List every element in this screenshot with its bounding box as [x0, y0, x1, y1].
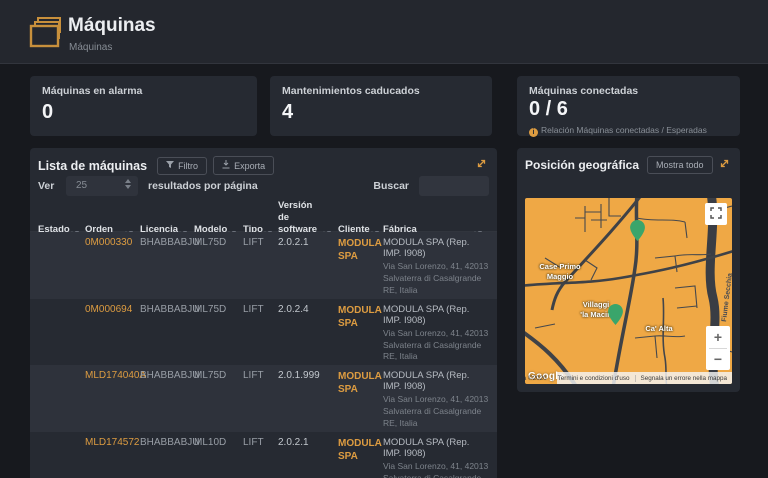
export-button[interactable]: Exporta — [213, 156, 275, 175]
expand-panel-icon[interactable] — [476, 156, 487, 174]
zoom-in-button[interactable]: + — [706, 326, 730, 348]
page-size-prefix: Ver — [38, 180, 55, 192]
version-cell: 2.0.1.999 — [278, 370, 320, 382]
attribution-terms-link[interactable]: Termini e condizioni d'uso — [551, 374, 635, 382]
client-link[interactable]: MODULA SPA — [338, 237, 383, 263]
type-cell: LIFT — [243, 237, 264, 248]
license-cell: BHABBABJU — [140, 237, 200, 248]
map-roads — [525, 198, 732, 384]
fullscreen-button[interactable] — [705, 203, 727, 225]
breadcrumb: Máquinas — [69, 42, 113, 53]
stat-card-alarms: Máquinas en alarma 0 — [30, 76, 257, 136]
machine-list-title: Lista de máquinas — [38, 158, 148, 173]
type-cell: LIFT — [243, 370, 264, 382]
download-icon — [222, 160, 230, 171]
factory-cell: MODULA SPA (Rep. IMP. I908) Via San Lore… — [383, 370, 489, 429]
map-attribution: Dati mappa ©2020 Termini e condizioni d'… — [525, 372, 732, 384]
factory-cell: MODULA SPA (Rep. IMP. I908) Via San Lore… — [383, 237, 489, 295]
version-cell: 2.0.2.1 — [278, 237, 309, 248]
version-cell: 2.0.2.1 — [278, 437, 309, 449]
map-label-case-primo-maggio: Case Primo Maggio — [539, 262, 581, 281]
stat-card-connected: Máquinas conectadas 0 / 6 i Relación Máqu… — [517, 76, 740, 137]
funnel-icon — [166, 160, 175, 171]
attribution-report-link[interactable]: Segnala un errore nella mappa — [634, 374, 732, 382]
license-cell: BHABBABJU — [140, 370, 200, 382]
client-link[interactable]: MODULA SPA — [338, 304, 383, 330]
stat-label: Máquinas conectadas — [529, 85, 639, 97]
table-row[interactable]: 0M000330 BHABBABJU ML75D LIFT 2.0.2.1 MO… — [30, 232, 497, 299]
order-link[interactable]: MLD174572 — [85, 437, 140, 448]
page-title: Máquinas — [68, 15, 156, 36]
factory-cell: MODULA SPA (Rep. IMP. I908) Via San Lore… — [383, 437, 489, 478]
stat-value: 0 — [42, 101, 54, 123]
table-row[interactable]: 0M000694 BHABBABJU ML75D LIFT 2.0.2.4 MO… — [30, 299, 497, 366]
top-bar: Máquinas Máquinas — [0, 0, 768, 64]
client-link[interactable]: MODULA SPA — [338, 370, 383, 396]
table-row[interactable]: MLD174040A BHABBABJU ML75D LIFT 2.0.1.99… — [30, 365, 497, 433]
fullscreen-icon — [710, 206, 722, 222]
map-marker-icon[interactable] — [608, 304, 623, 325]
model-cell: ML75D — [194, 237, 227, 248]
table-controls: Ver 25 resultados por página Buscar — [38, 176, 489, 198]
app-window: Máquinas Máquinas Máquinas en alarma 0 M… — [0, 0, 768, 478]
map-panel-title: Posición geográfica — [525, 158, 640, 172]
machines-stack-icon — [29, 15, 65, 54]
version-cell: 2.0.2.4 — [278, 303, 309, 315]
stat-note: i Relación Máquinas conectadas / Esperada… — [529, 125, 707, 137]
model-cell: ML75D — [194, 370, 227, 382]
client-link[interactable]: MODULA SPA — [338, 437, 383, 463]
expand-map-icon[interactable] — [719, 156, 730, 174]
info-icon: i — [529, 128, 538, 137]
type-cell: LIFT — [243, 303, 264, 315]
order-link[interactable]: 0M000694 — [85, 304, 140, 315]
show-all-button[interactable]: Mostra todo — [647, 156, 713, 174]
license-cell: BHABBABJU — [140, 437, 200, 449]
page-size-suffix: resultados por página — [148, 180, 258, 192]
license-cell: BHABBABJU — [140, 303, 200, 315]
machine-list-panel: Lista de máquinas Filtro Exporta Ver 25 … — [30, 148, 497, 478]
model-cell: ML75D — [194, 303, 227, 315]
zoom-control: + − — [706, 326, 730, 370]
search-label: Buscar — [373, 180, 409, 192]
type-cell: LIFT — [243, 437, 264, 449]
map-canvas[interactable]: Case Primo Maggio Villaggi'la Macin Ca' A… — [525, 198, 732, 384]
table-row[interactable]: MLD174572 BHABBABJU ML10D LIFT 2.0.2.1 M… — [30, 432, 497, 478]
map-marker-icon[interactable] — [630, 220, 645, 241]
table-header-row: Estado Orden Licencia Modelo Tipo Versió… — [30, 200, 497, 235]
search-input[interactable] — [419, 176, 489, 196]
map-panel: Posición geográfica Mostra todo Case Pri… — [517, 148, 740, 392]
select-stepper-icon — [125, 179, 131, 189]
stat-label: Mantenimientos caducados — [282, 85, 420, 97]
stat-value: 4 — [282, 101, 294, 123]
column-header-version[interactable]: Versión de software — [278, 200, 338, 236]
table-body: 0M000330 BHABBABJU ML75D LIFT 2.0.2.1 MO… — [30, 232, 497, 478]
zoom-out-button[interactable]: − — [706, 349, 730, 371]
map-label-ca-alta: Ca' Alta — [645, 324, 673, 333]
stat-card-maintenance: Mantenimientos caducados 4 — [270, 76, 492, 136]
attribution-data: Dati mappa ©2020 — [525, 374, 547, 382]
order-link[interactable]: MLD174040A — [85, 370, 146, 381]
page-size-select[interactable]: 25 — [66, 176, 138, 196]
order-link[interactable]: 0M000330 — [85, 237, 140, 248]
factory-cell: MODULA SPA (Rep. IMP. I908) Via San Lore… — [383, 303, 489, 362]
stat-value: 0 / 6 — [529, 98, 568, 120]
model-cell: ML10D — [194, 437, 227, 449]
stat-label: Máquinas en alarma — [42, 85, 143, 97]
filter-button[interactable]: Filtro — [157, 156, 208, 175]
